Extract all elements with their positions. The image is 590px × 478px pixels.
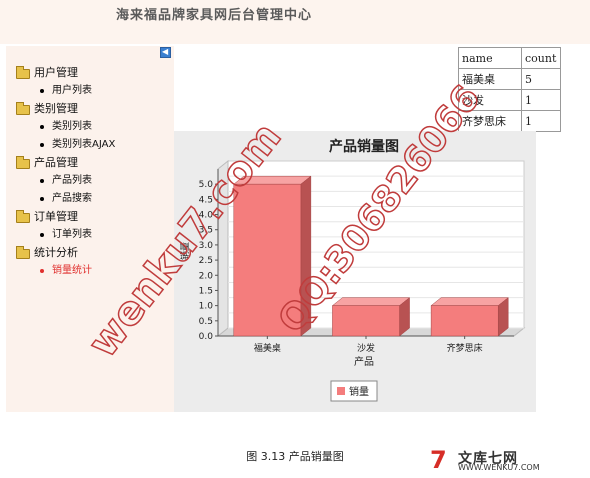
group-label: 订单管理	[34, 210, 78, 223]
bar	[233, 183, 302, 337]
bar-top	[233, 175, 312, 185]
item-label: 类别列表	[52, 121, 92, 132]
legend-swatch	[337, 387, 345, 395]
x-axis-label: 产品	[354, 355, 374, 368]
sidebar-group-order[interactable]: 订单管理	[12, 208, 115, 226]
folder-icon	[16, 66, 30, 79]
group-label: 产品管理	[34, 156, 78, 169]
header-bar: 海来福品牌家具网后台管理中心	[0, 0, 590, 44]
bullet-icon	[40, 125, 44, 129]
y-tick-label: 4.0	[199, 211, 214, 221]
folder-icon	[16, 102, 30, 115]
logo-url: WWW.WENKU7.COM	[458, 463, 540, 472]
folder-icon	[16, 156, 30, 169]
item-label: 产品列表	[52, 175, 92, 186]
sidebar-group-product[interactable]: 产品管理	[12, 154, 115, 172]
column-header-count: count	[521, 47, 561, 69]
group-label: 用户管理	[34, 66, 78, 79]
y-tick-label: 0.0	[199, 332, 214, 342]
folder-icon	[16, 246, 30, 259]
chart-canvas: 产品销量图 产品 销量 0.0 0.5 1.0 1.5 2.0 2.5 3.0 3.5 4.0 4…	[179, 138, 526, 402]
folder-icon	[16, 210, 30, 223]
cell-name: 福美桌	[458, 68, 522, 90]
bar-side	[300, 175, 312, 337]
sales-chart: 产品销量图 产品 销量 0.0 0.5 1.0 1.5 2.0 2.5 3.0 3.5 4.0 4…	[174, 131, 536, 412]
bar-top	[430, 297, 509, 306]
sidebar-group-statistics[interactable]: 统计分析	[12, 244, 115, 262]
sidebar-item-product-search[interactable]: 产品搜索	[12, 190, 115, 208]
page-title: 海来福品牌家具网后台管理中心	[116, 8, 313, 23]
bullet-icon	[40, 89, 44, 93]
cell-count: 1	[521, 110, 561, 132]
cell-name: 齐梦思床	[458, 110, 522, 132]
bullet-icon	[40, 179, 44, 183]
table-row: 沙发 1	[458, 89, 561, 111]
column-header-name: name	[458, 47, 522, 69]
item-label: 产品搜索	[52, 193, 92, 204]
cell-count: 5	[521, 68, 561, 90]
y-tick-label: 5.0	[199, 180, 214, 190]
cell-name: 沙发	[458, 89, 522, 111]
legend-label: 销量	[349, 385, 369, 398]
item-label: 用户列表	[52, 85, 92, 96]
bullet-icon	[40, 269, 44, 273]
plot-side-wall	[217, 159, 229, 338]
logo-mark: 7	[430, 446, 447, 474]
bar	[332, 305, 400, 337]
bar	[430, 305, 499, 337]
y-tick-label: 3.0	[199, 241, 214, 251]
sidebar-item-order-list[interactable]: 订单列表	[12, 226, 115, 244]
x-tick-label: 福美桌	[254, 342, 281, 354]
y-tick-label: 2.5	[199, 256, 213, 266]
y-tick-label: 2.0	[199, 271, 214, 281]
bullet-icon	[40, 233, 44, 237]
table-row: 齐梦思床 1	[458, 110, 561, 132]
y-tick-label: 3.5	[199, 226, 213, 236]
sidebar-item-category-list[interactable]: 类别列表	[12, 118, 115, 136]
y-tick-label: 1.5	[199, 286, 213, 296]
sidebar-item-category-list-ajax[interactable]: 类别列表AJAX	[12, 136, 115, 154]
y-tick-label: 0.5	[199, 317, 213, 327]
table-row: 福美桌 5	[458, 68, 561, 90]
chart-title: 产品销量图	[329, 138, 399, 155]
bar-top	[331, 297, 411, 306]
sidebar-group-category[interactable]: 类别管理	[12, 100, 115, 118]
sidebar-group-user[interactable]: 用户管理	[12, 64, 115, 82]
cell-count: 1	[521, 89, 561, 111]
arrow-left-icon: ◀	[162, 47, 169, 56]
table-header-row: name count	[458, 47, 561, 69]
x-tick-label: 沙发	[357, 342, 375, 354]
bullet-icon	[40, 197, 44, 201]
x-tick-label: 齐梦思床	[447, 342, 483, 354]
sidebar-menu: 用户管理 用户列表 类别管理 类别列表 类别列表AJAX 产品管理 产品列表 产…	[12, 64, 115, 280]
collapse-sidebar-button[interactable]: ◀	[160, 47, 171, 58]
group-label: 统计分析	[34, 246, 78, 259]
sidebar-item-product-list[interactable]: 产品列表	[12, 172, 115, 190]
y-tick-label: 4.5	[199, 195, 213, 205]
item-label: 订单列表	[52, 229, 92, 240]
bullet-icon	[40, 143, 44, 147]
item-label: 类别列表AJAX	[52, 139, 116, 150]
y-axis-label: 销量	[179, 242, 191, 260]
y-tick-label: 1.0	[199, 302, 214, 312]
sales-table: name count 福美桌 5 沙发 1 齐梦思床 1	[458, 47, 561, 132]
item-label: 销量统计	[52, 265, 92, 276]
sidebar-item-user-list[interactable]: 用户列表	[12, 82, 115, 100]
sidebar-item-sales-stats[interactable]: 销量统计	[12, 262, 115, 280]
group-label: 类别管理	[34, 102, 78, 115]
